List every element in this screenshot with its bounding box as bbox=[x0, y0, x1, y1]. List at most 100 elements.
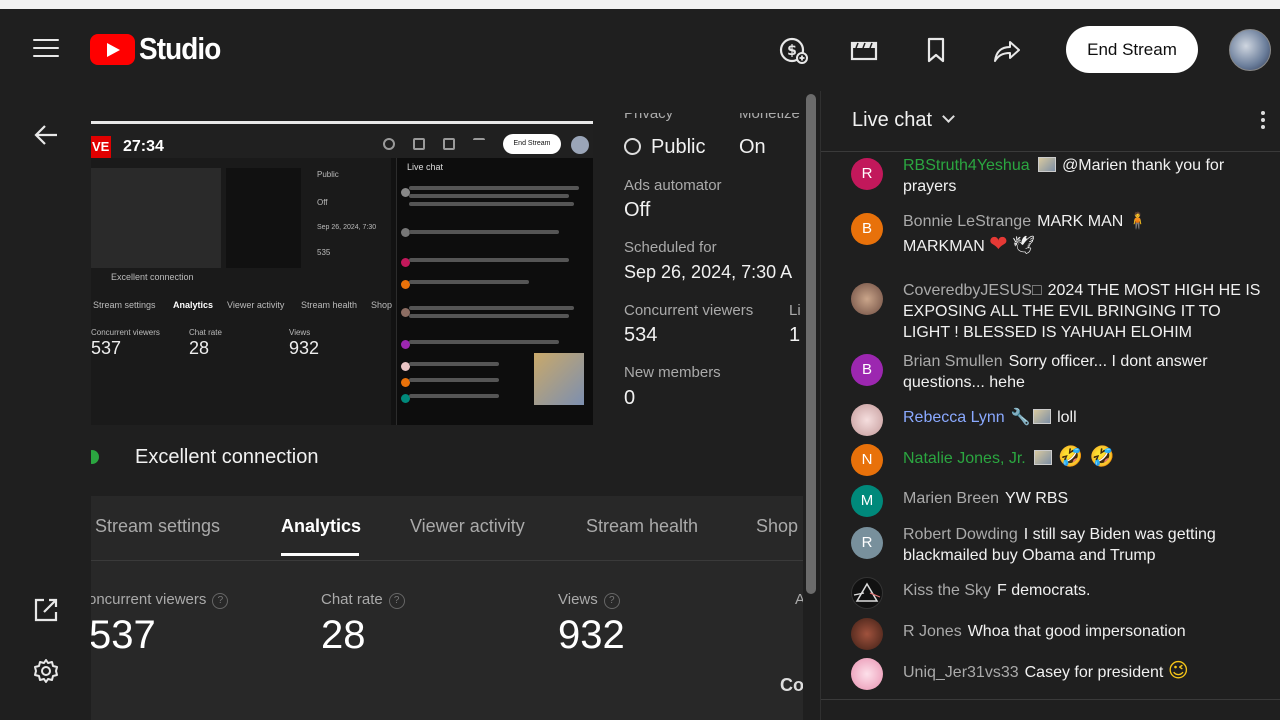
chat-author[interactable]: Marien Breen bbox=[903, 490, 999, 507]
mini-metric-value: 537 bbox=[91, 338, 122, 358]
scrollbar-thumb[interactable] bbox=[806, 94, 816, 594]
avatar bbox=[851, 404, 883, 436]
scheduled-value: Sep 26, 2024, 7:30 A bbox=[624, 262, 793, 282]
end-stream-button[interactable]: End Stream bbox=[1066, 26, 1198, 73]
mini-chat-line bbox=[409, 280, 529, 284]
chat-author[interactable]: Rebecca Lynn bbox=[903, 409, 1005, 426]
privacy-label: Privacy bbox=[624, 105, 674, 122]
mini-chat-line bbox=[409, 340, 559, 344]
live-chat-panel: Live chat R RBStruth4Yeshua @Marien than… bbox=[820, 91, 1280, 720]
stream-timer: 27:34 bbox=[123, 138, 164, 155]
privacy-value[interactable]: Public bbox=[624, 136, 705, 159]
mini-metric-label: Concurrent viewers bbox=[91, 328, 160, 337]
mini-tab: Stream settings bbox=[93, 300, 156, 310]
ads-label: Ads automator bbox=[624, 177, 722, 194]
live-chat-title: Live chat bbox=[852, 109, 933, 131]
mini-metric-label: Chat rate bbox=[189, 328, 222, 337]
mini-bookmark-icon bbox=[443, 138, 455, 150]
mini-chat-line bbox=[409, 362, 499, 366]
mini-clapperboard-icon bbox=[413, 138, 425, 150]
chat-author[interactable]: Robert Dowding bbox=[903, 526, 1018, 543]
metric-label-text: Chat rate bbox=[321, 591, 383, 608]
back-arrow-icon[interactable] bbox=[30, 119, 62, 151]
youtube-play-icon bbox=[90, 33, 135, 65]
chat-text: YW RBS bbox=[1005, 490, 1069, 507]
share-icon[interactable] bbox=[991, 34, 1023, 66]
preview-inner-studio: Excellent connection Stream settings Ana… bbox=[91, 158, 392, 425]
chat-author[interactable]: Natalie Jones, Jr. bbox=[903, 450, 1026, 467]
mini-share-icon bbox=[473, 138, 485, 150]
chat-text: loll bbox=[1057, 409, 1077, 426]
metric-value-chat-rate: 28 bbox=[321, 613, 366, 657]
likes-label: Li bbox=[789, 302, 801, 319]
metric-label-text: Views bbox=[558, 591, 598, 608]
active-tab-indicator bbox=[281, 553, 359, 556]
svg-text:$: $ bbox=[787, 43, 797, 59]
metric-label-views: Views? bbox=[558, 591, 620, 609]
connection-status-dot bbox=[91, 450, 99, 464]
chat-text: MARK MAN bbox=[1037, 213, 1124, 230]
help-icon[interactable]: ? bbox=[388, 593, 405, 609]
concurrent-label: Concurrent viewers bbox=[624, 302, 754, 319]
concurrent-value: 534 bbox=[624, 324, 658, 346]
chat-author[interactable]: Brian Smullen bbox=[903, 353, 1003, 370]
stream-overview: VE 27:34 End Stream Excellent connection… bbox=[91, 91, 803, 496]
menu-icon[interactable] bbox=[33, 39, 59, 59]
chat-author-name: CoveredbyJESUS bbox=[903, 282, 1032, 299]
gear-icon[interactable] bbox=[30, 655, 62, 687]
mini-chat-line bbox=[409, 194, 569, 198]
top-strip bbox=[0, 0, 1280, 9]
help-icon[interactable]: ? bbox=[603, 593, 620, 609]
connection-status-text: Excellent connection bbox=[135, 446, 319, 468]
account-avatar[interactable] bbox=[1229, 29, 1271, 71]
chat-author[interactable]: Uniq_Jer31vs33 bbox=[903, 664, 1019, 681]
chat-author[interactable]: Kiss the Sky bbox=[903, 582, 991, 599]
mini-chat-line bbox=[409, 258, 569, 262]
mini-metric-value: 932 bbox=[289, 338, 320, 358]
chat-author[interactable]: RBStruth4Yeshua bbox=[903, 157, 1030, 174]
wink-emoji-icon: 😉 bbox=[1167, 658, 1189, 682]
live-chat-header: Live chat bbox=[821, 91, 1280, 152]
mini-chat-title: Live chat bbox=[407, 162, 444, 172]
member-badge-icon bbox=[1032, 409, 1051, 424]
privacy-value-text: Public bbox=[651, 136, 706, 158]
rofl-emoji-icon: 🤣 🤣 bbox=[1058, 444, 1115, 468]
mini-chat-line bbox=[409, 230, 559, 234]
open-external-icon[interactable] bbox=[30, 594, 62, 626]
members-value: 0 bbox=[624, 387, 636, 409]
chat-author[interactable]: Bonnie LeStrange bbox=[903, 213, 1031, 230]
partial-text: Co bbox=[780, 675, 803, 695]
studio-logo[interactable]: Studio bbox=[90, 31, 229, 66]
mini-connection-text: Excellent connection bbox=[111, 272, 194, 282]
live-chat-mode-dropdown[interactable]: Live chat bbox=[852, 109, 955, 132]
clapperboard-icon[interactable] bbox=[848, 34, 880, 66]
tab-viewer-activity[interactable]: Viewer activity bbox=[410, 516, 525, 537]
more-options-icon[interactable] bbox=[1261, 111, 1267, 133]
tab-shop[interactable]: Shop bbox=[756, 516, 798, 537]
monetize-value: On bbox=[739, 136, 766, 158]
avatar: R bbox=[851, 527, 883, 559]
mini-tab: Viewer activity bbox=[227, 300, 285, 310]
tab-stream-settings[interactable]: Stream settings bbox=[95, 516, 220, 537]
prism-icon bbox=[853, 582, 881, 602]
mini-chat-line bbox=[409, 378, 499, 382]
mini-info: Public bbox=[317, 170, 339, 179]
mini-chat-line bbox=[409, 306, 574, 310]
help-icon[interactable]: ? bbox=[212, 593, 229, 609]
chat-input-area[interactable] bbox=[821, 699, 1280, 720]
chat-author[interactable]: CoveredbyJESUS□ bbox=[903, 282, 1042, 299]
nested-preview bbox=[91, 168, 221, 268]
avatar bbox=[851, 283, 883, 315]
wrench-icon: 🔧 bbox=[1010, 407, 1031, 426]
header: Studio $ End Stream bbox=[0, 9, 1280, 91]
chat-author[interactable]: R Jones bbox=[903, 623, 962, 640]
mini-info: Sep 26, 2024, 7:30 bbox=[317, 224, 377, 231]
tab-analytics[interactable]: Analytics bbox=[281, 516, 361, 537]
metric-value-views: 932 bbox=[558, 613, 625, 657]
bookmark-icon[interactable] bbox=[920, 34, 952, 66]
mini-chat-line bbox=[409, 186, 579, 190]
monetization-icon[interactable]: $ bbox=[777, 34, 809, 66]
tab-stream-health[interactable]: Stream health bbox=[586, 516, 698, 537]
chat-text: F democrats. bbox=[997, 582, 1091, 599]
stream-preview[interactable]: VE 27:34 End Stream Excellent connection… bbox=[91, 121, 593, 425]
